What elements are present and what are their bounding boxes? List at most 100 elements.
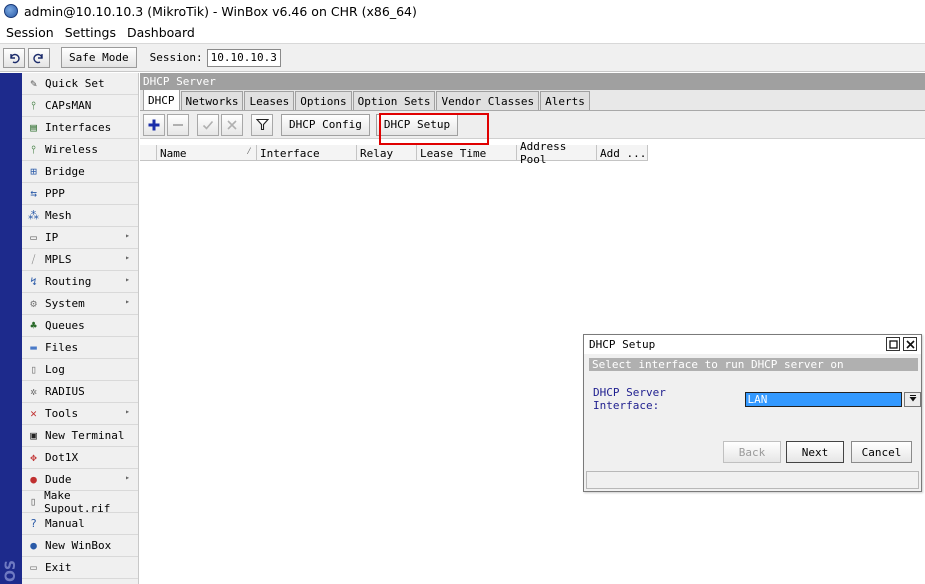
wireless-icon: ⫯ xyxy=(31,143,36,156)
sidebar-item-system[interactable]: ⚙ System ▸ xyxy=(22,293,138,315)
sidebar-item-label: Tools xyxy=(45,407,79,420)
add-button[interactable] xyxy=(143,113,165,136)
close-button[interactable] xyxy=(903,337,917,351)
column-address-pool[interactable]: Address Pool xyxy=(517,140,597,166)
sidebar-item-files[interactable]: ▬ Files xyxy=(22,337,138,359)
sidebar-item-label: Make Supout.rif xyxy=(44,488,111,515)
exit-icon: ▭ xyxy=(30,561,37,574)
column-name[interactable]: Name ⁄ xyxy=(157,145,257,161)
mpls-icon: ⧸ xyxy=(31,253,36,266)
tab-option-sets[interactable]: Option Sets xyxy=(352,91,436,110)
session-field[interactable]: 10.10.10.3 xyxy=(206,48,281,67)
dhcp-config-button[interactable]: DHCP Config xyxy=(281,113,370,136)
filter-button[interactable] xyxy=(251,113,273,136)
bridge-icon: ⊞ xyxy=(30,165,37,178)
enable-button[interactable] xyxy=(197,113,219,136)
sidebar-item-label: IP xyxy=(45,231,59,244)
remove-button[interactable] xyxy=(167,113,189,136)
sidebar-item-label: Bridge xyxy=(45,165,85,178)
sidebar-item-tools[interactable]: ✕ Tools ▸ xyxy=(22,403,138,425)
sidebar-item-routing[interactable]: ↯ Routing ▸ xyxy=(22,271,138,293)
menu-settings[interactable]: Settings xyxy=(59,25,121,40)
sidebar-item-make-supout-rif[interactable]: ▯ Make Supout.rif xyxy=(22,488,138,515)
tab-leases[interactable]: Leases xyxy=(244,91,295,110)
tab-dhcp[interactable]: DHCP xyxy=(143,89,180,110)
sidebar-item-interfaces[interactable]: ▤ Interfaces xyxy=(22,117,138,139)
interface-label: DHCP Server Interface: xyxy=(593,386,666,412)
tab-networks[interactable]: Networks xyxy=(180,91,244,110)
tab-options[interactable]: Options xyxy=(295,91,352,110)
sidebar-item-new-terminal[interactable]: ▣ New Terminal xyxy=(22,425,138,447)
interfaces-icon: ▤ xyxy=(30,121,37,134)
sidebar-item-mesh[interactable]: ⁂ Mesh xyxy=(22,205,138,227)
disable-button[interactable] xyxy=(221,113,243,136)
interface-select[interactable]: LAN xyxy=(744,391,903,407)
menu-dashboard[interactable]: Dashboard xyxy=(121,25,200,40)
sidebar-item-log[interactable]: ▯ Log xyxy=(22,359,138,381)
column-interface[interactable]: Interface xyxy=(257,145,357,161)
sidebar-item-label: Dot1X xyxy=(45,451,79,464)
brand-vertical-text: OS xyxy=(3,560,19,582)
sidebar-item-wireless[interactable]: ⫯ Wireless xyxy=(22,139,138,161)
dot1x-icon: ✥ xyxy=(30,451,37,464)
dude-icon: ● xyxy=(30,473,37,486)
next-button[interactable]: Next xyxy=(786,441,844,463)
cancel-button[interactable]: Cancel xyxy=(851,441,912,463)
sidebar-item-bridge[interactable]: ⊞ Bridge xyxy=(22,161,138,183)
sidebar-item-exit[interactable]: ▭ Exit xyxy=(22,557,138,579)
column-add-arp[interactable]: Add ... xyxy=(597,145,648,161)
tab-vendor-classes[interactable]: Vendor Classes xyxy=(436,91,540,110)
dialog-titlebar: DHCP Setup xyxy=(584,335,921,354)
column-name-label: Name xyxy=(160,146,187,160)
column-relay[interactable]: Relay xyxy=(357,145,417,161)
undo-icon xyxy=(10,53,20,63)
submenu-arrow-icon: ▸ xyxy=(125,275,130,284)
session-label: Session: xyxy=(149,51,203,64)
sort-icon: ⁄ xyxy=(245,146,252,157)
sidebar-item-quick-set[interactable]: ✎ Quick Set xyxy=(22,73,138,95)
sidebar-item-manual[interactable]: ? Manual xyxy=(22,513,138,535)
sidebar-item-radius[interactable]: ✲ RADIUS xyxy=(22,381,138,403)
sidebar-item-ip[interactable]: ▭ IP ▸ xyxy=(22,227,138,249)
sidebar: ✎ Quick Set ⫯ CAPsMAN ▤ Interfaces ⫯ Wireless ⊞ B… xyxy=(22,73,139,584)
menu-session[interactable]: Session xyxy=(0,25,59,40)
dropdown-button[interactable] xyxy=(904,391,922,407)
sidebar-item-label: New Terminal xyxy=(45,429,125,442)
column-lease-time[interactable]: Lease Time xyxy=(417,145,517,161)
sidebar-item-mpls[interactable]: ⧸ MPLS ▸ xyxy=(22,249,138,271)
sidebar-item-label: CAPsMAN xyxy=(45,99,92,112)
safe-mode-button[interactable]: Safe Mode xyxy=(61,47,137,68)
sidebar-item-label: System xyxy=(45,297,85,310)
sidebar-item-label: Manual xyxy=(45,517,85,530)
sidebar-item-ppp[interactable]: ⇆ PPP xyxy=(22,183,138,205)
plus-icon xyxy=(148,119,160,130)
sidebar-item-label: Wireless xyxy=(45,143,98,156)
chevron-down-icon xyxy=(909,395,917,402)
filter-icon xyxy=(255,118,269,131)
sidebar-item-label: MPLS xyxy=(45,253,72,266)
sidebar-item-new-winbox[interactable]: ● New WinBox xyxy=(22,535,138,557)
maximize-icon xyxy=(888,339,898,349)
tab-bar: DHCP Networks Leases Options Option Sets… xyxy=(140,89,925,111)
dhcp-setup-button[interactable]: DHCP Setup xyxy=(375,113,459,136)
capsman-icon: ⫯ xyxy=(31,99,36,112)
minus-icon xyxy=(173,123,183,126)
sidebar-item-dot1x[interactable]: ✥ Dot1X xyxy=(22,447,138,469)
column-select[interactable] xyxy=(140,145,157,161)
maximize-button[interactable] xyxy=(886,337,900,351)
action-bar: DHCP Config DHCP Setup xyxy=(140,111,925,139)
tab-alerts[interactable]: Alerts xyxy=(540,91,590,110)
back-button[interactable]: Back xyxy=(723,441,781,463)
menu-bar: Session Settings Dashboard xyxy=(0,22,925,42)
submenu-arrow-icon: ▸ xyxy=(125,407,130,416)
redo-button[interactable] xyxy=(28,47,50,68)
sidebar-item-queues[interactable]: ♣ Queues xyxy=(22,315,138,337)
sidebar-item-label: RADIUS xyxy=(45,385,85,398)
main-toolbar: Safe Mode Session: 10.10.10.3 xyxy=(0,43,925,72)
dialog-hint: Select interface to run DHCP server on xyxy=(589,358,918,371)
submenu-arrow-icon: ▸ xyxy=(125,253,130,262)
dialog-status-bar xyxy=(586,471,919,489)
panel-title: DHCP Server xyxy=(140,73,925,90)
undo-button[interactable] xyxy=(3,47,25,68)
sidebar-item-capsman[interactable]: ⫯ CAPsMAN xyxy=(22,95,138,117)
